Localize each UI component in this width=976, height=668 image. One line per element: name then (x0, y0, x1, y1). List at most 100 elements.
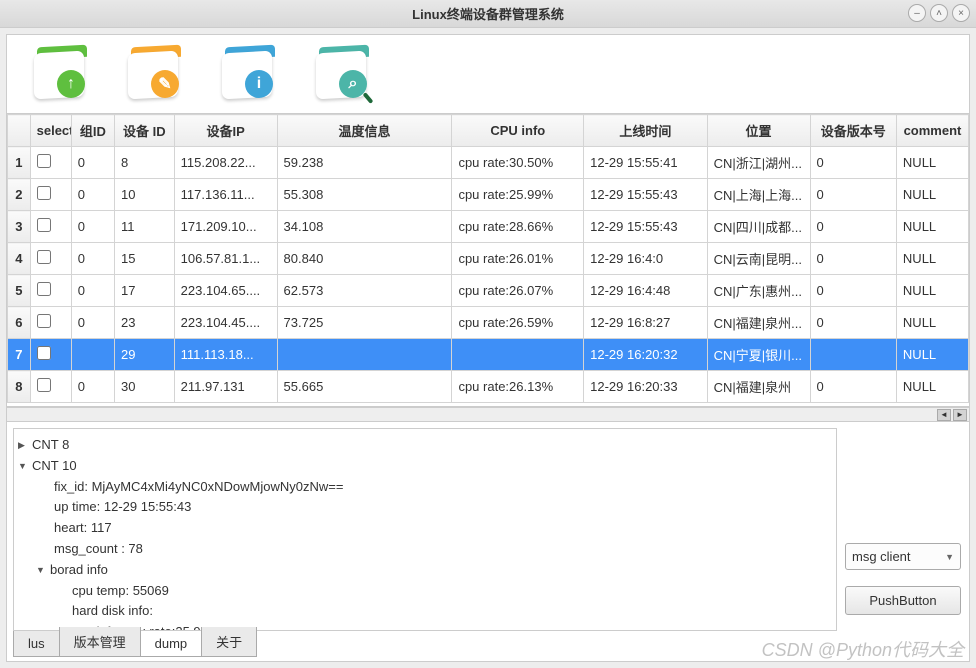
cell-select[interactable] (30, 275, 71, 307)
col-uptime[interactable]: 上线时间 (584, 115, 707, 147)
row-checkbox[interactable] (37, 154, 51, 168)
table-row[interactable]: 5017223.104.65....62.573cpu rate:26.07%1… (8, 275, 969, 307)
cell-ip: 111.113.18... (174, 339, 277, 371)
cell-cpu: cpu rate:25.99% (452, 179, 584, 211)
tab-about[interactable]: 关于 (201, 627, 257, 657)
row-number: 1 (8, 147, 31, 179)
toolbar: ↑ ✎ i ⌕ (7, 35, 969, 113)
edit-button[interactable]: ✎ (121, 46, 185, 102)
row-checkbox[interactable] (37, 346, 51, 360)
detail-tree[interactable]: ▶CNT 8 ▼CNT 10 fix_id: MjAyMC4xMi4yNC0xN… (13, 428, 837, 631)
tree-node-cnt10[interactable]: ▼CNT 10 (18, 456, 832, 477)
cell-device-id: 17 (114, 275, 174, 307)
cell-temp: 59.238 (277, 147, 452, 179)
col-select[interactable]: select (30, 115, 71, 147)
tree-leaf-cputemp[interactable]: cpu temp: 55069 (18, 581, 832, 602)
cell-ip: 171.209.10... (174, 211, 277, 243)
cell-select[interactable] (30, 307, 71, 339)
horizontal-scrollbar[interactable]: ◄ ► (7, 407, 969, 421)
table-row[interactable]: 4015106.57.81.1...80.840cpu rate:26.01%1… (8, 243, 969, 275)
cell-cpu (452, 339, 584, 371)
cell-temp (277, 339, 452, 371)
device-table[interactable]: select 组ID 设备 ID 设备IP 温度信息 CPU info 上线时间… (7, 113, 969, 407)
scroll-left-icon[interactable]: ◄ (937, 409, 951, 421)
tree-node-cnt8[interactable]: ▶CNT 8 (18, 435, 832, 456)
row-number: 7 (8, 339, 31, 371)
row-number: 8 (8, 371, 31, 403)
table-row[interactable]: 108115.208.22...59.238cpu rate:30.50%12-… (8, 147, 969, 179)
cell-version: 0 (810, 307, 896, 339)
col-device-id[interactable]: 设备 ID (114, 115, 174, 147)
row-checkbox[interactable] (37, 282, 51, 296)
msg-client-combo[interactable]: msg client ▼ (845, 543, 961, 570)
tab-version[interactable]: 版本管理 (59, 627, 141, 657)
minimize-button[interactable]: – (908, 4, 926, 22)
info-button[interactable]: i (215, 46, 279, 102)
cell-temp: 55.665 (277, 371, 452, 403)
col-cpu[interactable]: CPU info (452, 115, 584, 147)
cell-ip: 211.97.131 (174, 371, 277, 403)
col-device-ip[interactable]: 设备IP (174, 115, 277, 147)
tree-leaf-heart[interactable]: heart: 117 (18, 518, 832, 539)
cell-device-id: 11 (114, 211, 174, 243)
cell-group-id (71, 339, 114, 371)
tree-leaf-uptime[interactable]: up time: 12-29 15:55:43 (18, 497, 832, 518)
table-row[interactable]: 8030211.97.13155.665cpu rate:26.13%12-29… (8, 371, 969, 403)
search-button[interactable]: ⌕ (309, 46, 373, 102)
tree-node-board[interactable]: ▼borad info (18, 560, 832, 581)
cell-select[interactable] (30, 211, 71, 243)
cell-comment: NULL (896, 339, 968, 371)
row-number: 4 (8, 243, 31, 275)
cell-select[interactable] (30, 179, 71, 211)
cell-comment: NULL (896, 147, 968, 179)
tab-lus[interactable]: lus (13, 631, 60, 657)
row-number: 3 (8, 211, 31, 243)
cell-cpu: cpu rate:26.07% (452, 275, 584, 307)
col-temp[interactable]: 温度信息 (277, 115, 452, 147)
row-checkbox[interactable] (37, 378, 51, 392)
cell-ip: 115.208.22... (174, 147, 277, 179)
tree-leaf-fixid[interactable]: fix_id: MjAyMC4xMi4yNC0xNDowMjowNy0zNw== (18, 477, 832, 498)
cell-select[interactable] (30, 147, 71, 179)
col-group-id[interactable]: 组ID (71, 115, 114, 147)
table-row[interactable]: 729111.113.18...12-29 16:20:32CN|宁夏|银川..… (8, 339, 969, 371)
maximize-button[interactable]: ˄ (930, 4, 948, 22)
push-button[interactable]: PushButton (845, 586, 961, 615)
close-button[interactable]: × (952, 4, 970, 22)
table-row[interactable]: 2010117.136.11...55.308cpu rate:25.99%12… (8, 179, 969, 211)
cell-select[interactable] (30, 339, 71, 371)
upload-button[interactable]: ↑ (27, 46, 91, 102)
col-comment[interactable]: comment (896, 115, 968, 147)
row-checkbox[interactable] (37, 250, 51, 264)
cell-location: CN|四川|成都... (707, 211, 810, 243)
tree-leaf-harddisk[interactable]: hard disk info: (18, 601, 832, 622)
table-row[interactable]: 6023223.104.45....73.725cpu rate:26.59%1… (8, 307, 969, 339)
cell-time: 12-29 16:20:33 (584, 371, 707, 403)
tab-dump[interactable]: dump (140, 631, 203, 657)
cell-ip: 117.136.11... (174, 179, 277, 211)
cell-temp: 55.308 (277, 179, 452, 211)
cell-location: CN|福建|泉州 (707, 371, 810, 403)
table-header-row: select 组ID 设备 ID 设备IP 温度信息 CPU info 上线时间… (8, 115, 969, 147)
cell-device-id: 10 (114, 179, 174, 211)
cell-version: 0 (810, 211, 896, 243)
cell-cpu: cpu rate:30.50% (452, 147, 584, 179)
cell-group-id: 0 (71, 147, 114, 179)
tree-leaf-msgcount[interactable]: msg_count : 78 (18, 539, 832, 560)
row-number: 2 (8, 179, 31, 211)
cell-select[interactable] (30, 243, 71, 275)
cell-time: 12-29 15:55:41 (584, 147, 707, 179)
table-row[interactable]: 3011171.209.10...34.108cpu rate:28.66%12… (8, 211, 969, 243)
cell-comment: NULL (896, 179, 968, 211)
col-location[interactable]: 位置 (707, 115, 810, 147)
cell-group-id: 0 (71, 211, 114, 243)
row-checkbox[interactable] (37, 186, 51, 200)
row-checkbox[interactable] (37, 314, 51, 328)
cell-select[interactable] (30, 371, 71, 403)
col-version[interactable]: 设备版本号 (810, 115, 896, 147)
cell-cpu: cpu rate:28.66% (452, 211, 584, 243)
cell-version (810, 339, 896, 371)
cell-group-id: 0 (71, 179, 114, 211)
row-checkbox[interactable] (37, 218, 51, 232)
scroll-right-icon[interactable]: ► (953, 409, 967, 421)
